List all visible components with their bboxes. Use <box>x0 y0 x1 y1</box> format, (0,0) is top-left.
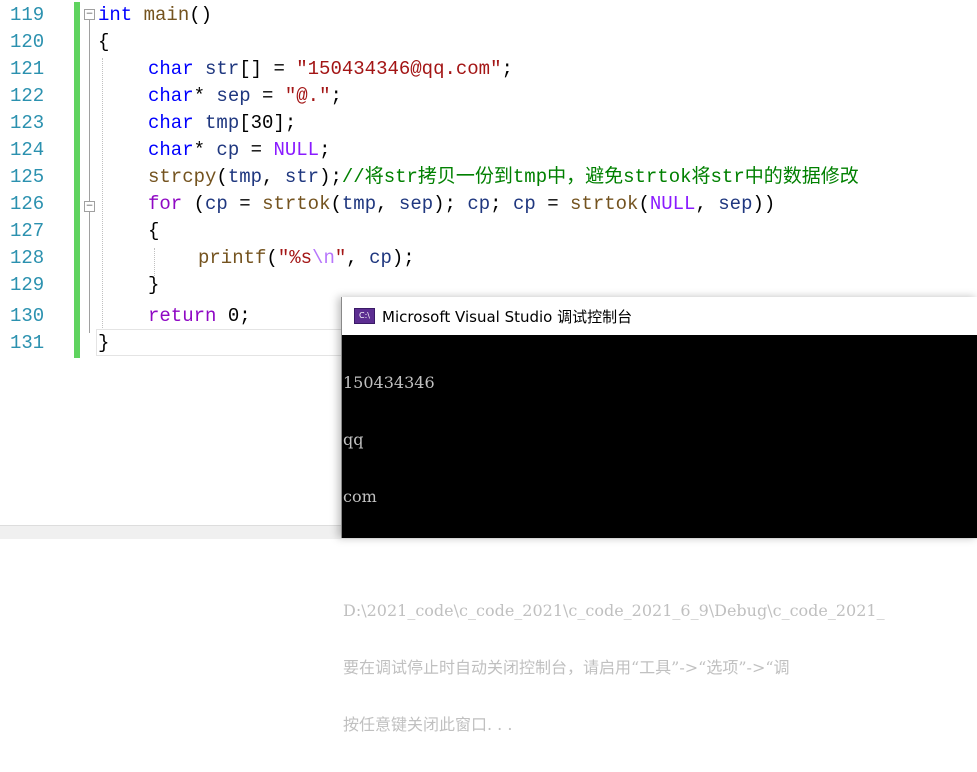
code-text: for (cp = strtok(tmp, sep); cp; cp = str… <box>148 193 776 215</box>
code-line-127[interactable]: 127 { <box>0 218 977 245</box>
code-line-125[interactable]: 125 strcpy(tmp, str);//将str拷贝一份到tmp中，避免s… <box>0 164 977 191</box>
code-text: char* cp = NULL; <box>148 139 331 161</box>
code-line-128[interactable]: 128 printf("%s\n", cp); <box>0 245 977 272</box>
code-line-126[interactable]: 126 for (cp = strtok(tmp, sep); cp; cp =… <box>0 191 977 218</box>
code-text: } <box>98 332 110 354</box>
code-comment: //将str拷贝一份到tmp中，避免strtok将str中的数据修改 <box>341 166 859 188</box>
line-number: 121 <box>10 58 45 80</box>
line-number: 130 <box>10 305 45 327</box>
console-line: com <box>343 487 377 506</box>
code-text: char str[] = "150434346@qq.com"; <box>148 58 513 80</box>
code-text: char tmp[30]; <box>148 112 297 134</box>
code-line-119[interactable]: 119 int main() <box>0 2 977 29</box>
console-line: D:\2021_code\c_code_2021\c_code_2021_6_9… <box>343 601 885 620</box>
line-number: 131 <box>10 332 45 354</box>
line-number: 119 <box>10 4 45 26</box>
line-number: 127 <box>10 220 45 242</box>
code-text: { <box>148 220 160 242</box>
line-number: 124 <box>10 139 45 161</box>
console-line: 按任意键关闭此窗口. . . <box>343 715 513 734</box>
line-number: 123 <box>10 112 45 134</box>
code-text: return 0; <box>148 305 251 327</box>
console-line: 要在调试停止时自动关闭控制台，请启用“工具”->“选项”->“调 <box>343 658 790 677</box>
code-text: printf("%s\n", cp); <box>198 247 415 269</box>
line-number: 129 <box>10 274 45 296</box>
code-line-123[interactable]: 123 char tmp[30]; <box>0 110 977 137</box>
console-output[interactable]: 150434346 qq com D:\2021_code\c_code_202… <box>342 335 977 772</box>
debug-console-window[interactable]: C:\ Microsoft Visual Studio 调试控制台 150434… <box>341 297 977 734</box>
console-line: 150434346 <box>343 373 435 392</box>
code-text: int main() <box>98 4 213 26</box>
code-line-129[interactable]: 129 } <box>0 272 977 299</box>
console-title: Microsoft Visual Studio 调试控制台 <box>382 307 633 326</box>
code-line-124[interactable]: 124 char* cp = NULL; <box>0 137 977 164</box>
line-number: 125 <box>10 166 45 188</box>
console-line: qq <box>343 430 364 449</box>
console-titlebar[interactable]: C:\ Microsoft Visual Studio 调试控制台 <box>342 297 977 335</box>
line-number: 122 <box>10 85 45 107</box>
line-number: 120 <box>10 31 45 53</box>
line-number: 128 <box>10 247 45 269</box>
code-text: { <box>98 31 110 53</box>
line-number: 126 <box>10 193 45 215</box>
code-line-120[interactable]: 120 { <box>0 29 977 56</box>
code-text: char* sep = "@."; <box>148 85 342 107</box>
code-text: strcpy(tmp, str);//将str拷贝一份到tmp中，避免strto… <box>148 166 859 188</box>
code-line-122[interactable]: 122 char* sep = "@."; <box>0 83 977 110</box>
code-text: } <box>148 274 160 296</box>
code-line-121[interactable]: 121 char str[] = "150434346@qq.com"; <box>0 56 977 83</box>
console-app-icon: C:\ <box>354 308 375 324</box>
